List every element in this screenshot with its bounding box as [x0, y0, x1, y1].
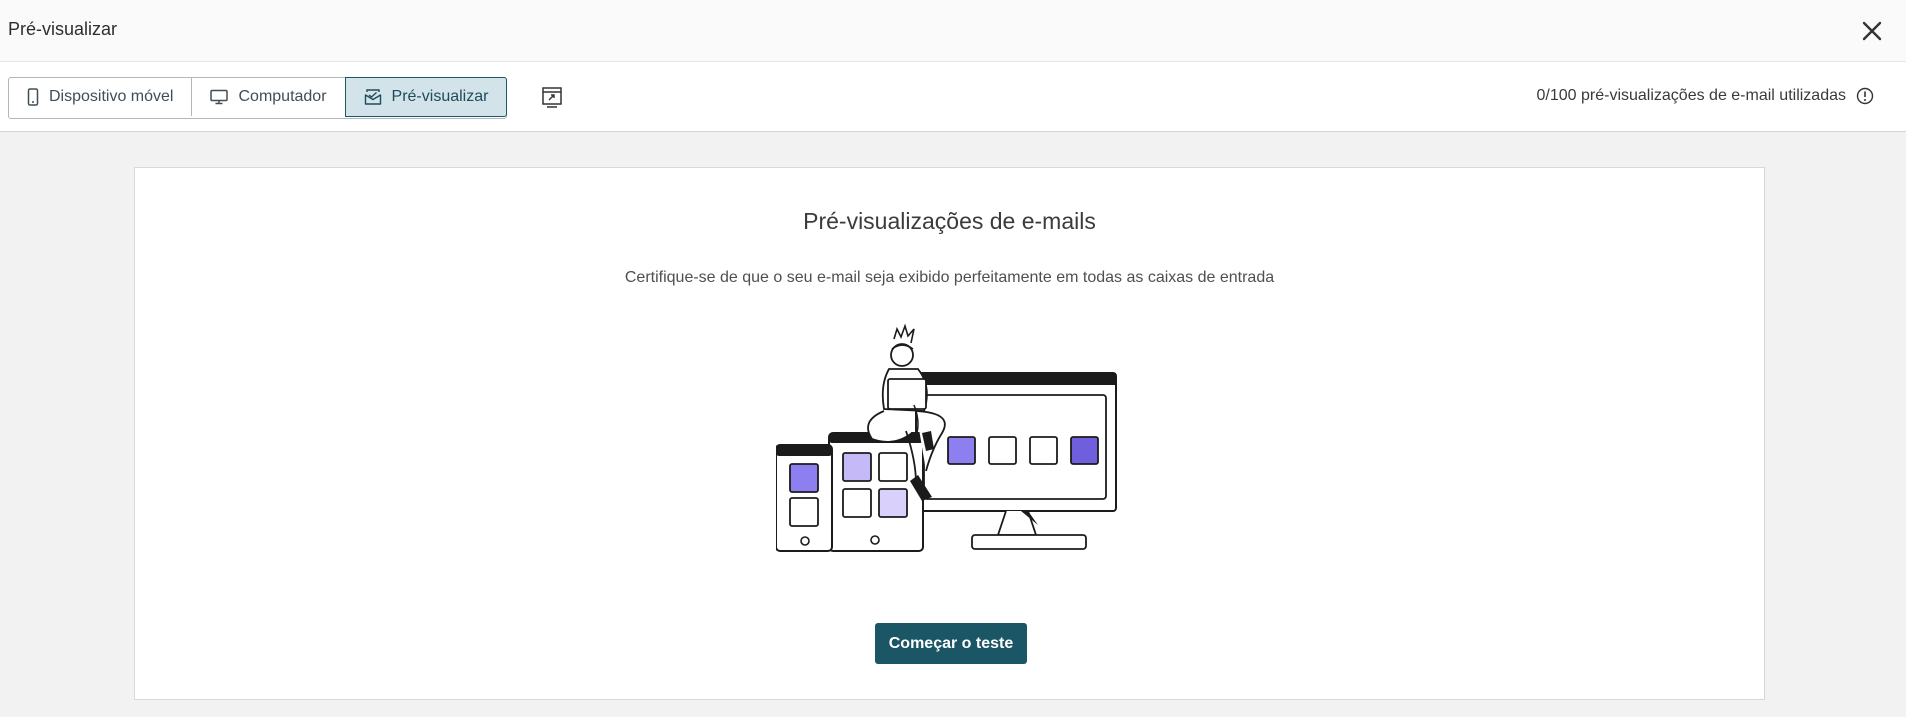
tab-mobile[interactable]: Dispositivo móvel — [9, 78, 191, 116]
mobile-icon — [27, 88, 39, 106]
panel-heading: Pré-visualizações de e-mails — [803, 208, 1096, 234]
modal-title: Pré-visualizar — [8, 19, 118, 39]
tab-preview[interactable]: Pré-visualizar — [344, 77, 508, 117]
close-button[interactable] — [1858, 17, 1886, 45]
usage-text: 0/100 pré-visualizações de e-mail utiliz… — [1536, 87, 1847, 104]
tab-label: Dispositivo móvel — [49, 88, 174, 105]
tab-desktop[interactable]: Computador — [191, 78, 344, 116]
tab-label: Pré-visualizar — [391, 88, 489, 105]
start-test-button[interactable]: Começar o teste — [875, 623, 1027, 664]
preview-toolbar: Dispositivo móvel Computador Pré-visuali… — [0, 62, 1906, 132]
device-tab-group: Dispositivo móvel Computador Pré-visuali… — [8, 77, 508, 119]
devices-illustration — [776, 323, 1117, 552]
email-preview-icon — [364, 89, 381, 105]
desktop-icon — [210, 89, 229, 105]
open-preview-button[interactable] — [541, 86, 563, 108]
info-icon[interactable] — [1856, 87, 1874, 105]
open-preview-icon — [542, 87, 562, 108]
close-icon — [1862, 21, 1882, 41]
modal-header: Pré-visualizar — [0, 0, 1906, 62]
email-preview-panel: Pré-visualizações de e-mails Certifique-… — [134, 167, 1765, 700]
panel-description: Certifique-se de que o seu e-mail seja e… — [624, 269, 1275, 286]
preview-usage: 0/100 pré-visualizações de e-mail utiliz… — [1537, 87, 1875, 105]
tab-label: Computador — [238, 88, 327, 105]
